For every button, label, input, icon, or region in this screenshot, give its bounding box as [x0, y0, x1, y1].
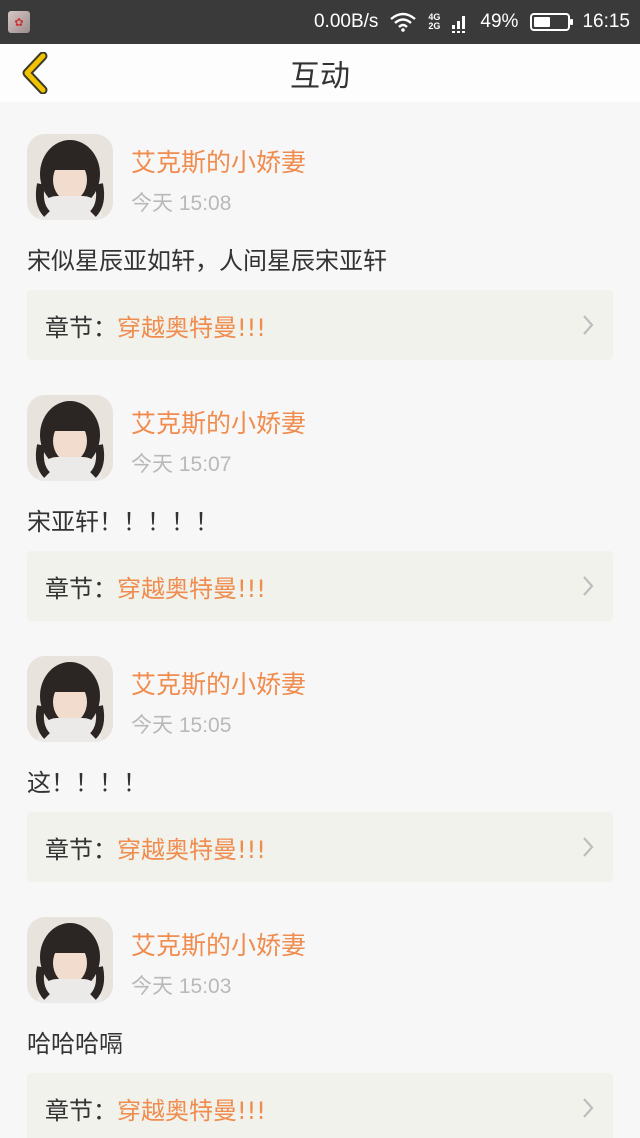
comment-item: 艾克斯的小娇妻 今天 15:05 这！！！！ 章节： 穿越奥特曼!!! [0, 624, 640, 885]
avatar[interactable] [27, 917, 113, 1003]
comment-item: 艾克斯的小娇妻 今天 15:03 哈哈哈嗝 章节： 穿越奥特曼!!! [0, 885, 640, 1138]
user-name[interactable]: 艾克斯的小娇妻 [131, 404, 306, 440]
chapter-label: 章节： [45, 835, 117, 864]
post-time: 今天 15:03 [131, 975, 232, 998]
chevron-right-icon [583, 315, 594, 335]
app-thumbnail-icon: ✿ [8, 11, 30, 33]
user-name[interactable]: 艾克斯的小娇妻 [131, 665, 306, 701]
back-button[interactable] [12, 50, 58, 96]
avatar[interactable] [27, 395, 113, 481]
post-time: 今天 15:05 [131, 714, 232, 737]
signal-icon [452, 11, 468, 33]
chapter-label: 章节： [45, 313, 117, 342]
battery-fill [534, 17, 551, 27]
chapter-label: 章节： [45, 574, 117, 603]
chevron-right-icon [583, 837, 594, 857]
comment-text: 这！！！！ [27, 769, 147, 797]
status-left: ✿ [8, 11, 30, 33]
chevron-right-icon [583, 1098, 594, 1118]
network-type-bottom: 2G [428, 21, 441, 31]
comment-item: 艾克斯的小娇妻 今天 15:08 宋似星辰亚如轩，人间星辰宋亚轩 章节： 穿越奥… [0, 102, 640, 363]
net-speed: 0.00B/s [313, 11, 379, 32]
chapter-name: 穿越奥特曼!!! [117, 313, 266, 342]
network-type: 4G 2G [428, 13, 440, 31]
avatar[interactable] [27, 134, 113, 220]
status-right: 0.00B/s 4G 2G 49% 16:15 [314, 11, 630, 33]
status-bar: ✿ 0.00B/s 4G 2G 49% 16:15 [0, 0, 640, 44]
comment-item: 艾克斯的小娇妻 今天 15:07 宋亚轩！！！！！ 章节： 穿越奥特曼!!! [0, 363, 640, 624]
page-title: 互动 [290, 59, 350, 94]
clock: 16:15 [582, 11, 630, 32]
post-time: 今天 15:07 [131, 453, 232, 476]
chapter-link-card[interactable]: 章节： 穿越奥特曼!!! [27, 290, 613, 360]
comment-text: 宋亚轩！！！！！ [27, 508, 219, 536]
user-name[interactable]: 艾克斯的小娇妻 [131, 926, 306, 962]
chapter-label: 章节： [45, 1096, 117, 1125]
chapter-link-card[interactable]: 章节： 穿越奥特曼!!! [27, 1073, 613, 1138]
post-time: 今天 15:08 [131, 192, 232, 215]
battery-percent: 49% [480, 11, 519, 32]
chevron-right-icon [583, 576, 594, 596]
chapter-name: 穿越奥特曼!!! [117, 835, 266, 864]
chapter-name: 穿越奥特曼!!! [117, 1096, 266, 1125]
chapter-name: 穿越奥特曼!!! [117, 574, 266, 603]
chapter-link-card[interactable]: 章节： 穿越奥特曼!!! [27, 551, 613, 621]
user-name[interactable]: 艾克斯的小娇妻 [131, 143, 306, 179]
header-bar: 互动 [0, 44, 640, 102]
battery-icon [530, 13, 574, 31]
comment-text: 哈哈哈嗝 [27, 1030, 123, 1058]
chapter-link-card[interactable]: 章节： 穿越奥特曼!!! [27, 812, 613, 882]
avatar[interactable] [27, 656, 113, 742]
wifi-icon [390, 12, 417, 32]
interaction-feed: 艾克斯的小娇妻 今天 15:08 宋似星辰亚如轩，人间星辰宋亚轩 章节： 穿越奥… [0, 102, 640, 1138]
chevron-left-icon [22, 52, 48, 94]
comment-text: 宋似星辰亚如轩，人间星辰宋亚轩 [27, 247, 387, 275]
